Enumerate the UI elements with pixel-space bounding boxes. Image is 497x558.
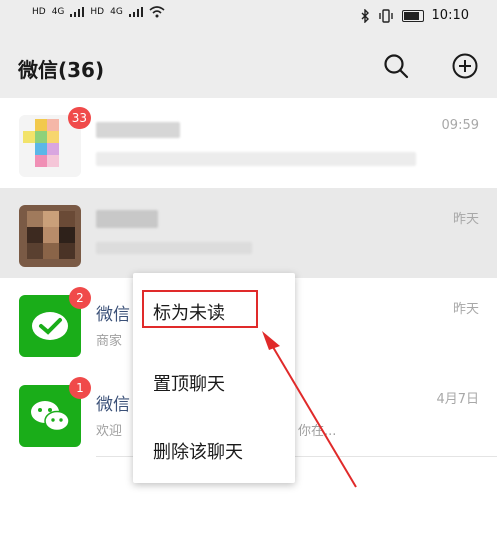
annotation-arrow bbox=[262, 331, 357, 488]
